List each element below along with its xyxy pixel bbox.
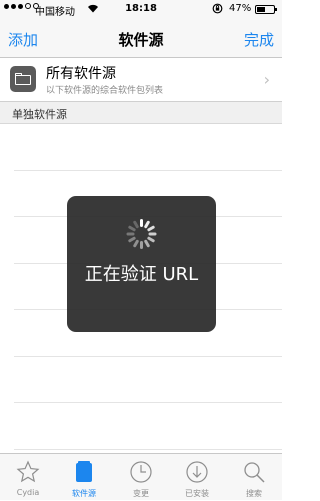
battery-icon [255,5,277,14]
section-header: 单独软件源 [0,102,282,124]
table-separator [14,170,282,171]
all-sources-row[interactable]: 所有软件源 以下软件源的综合软件包列表 › [0,58,282,102]
tab-label: 变更 [133,489,149,498]
hud-label: 正在验证 URL [84,264,199,285]
tab-label: 搜索 [246,489,262,498]
tab-label: 软件源 [72,489,96,498]
navigation-bar: 添加 软件源 完成 [0,20,282,58]
tab-sources[interactable]: 软件源 [56,454,112,501]
star-icon [16,460,40,484]
chevron-right-icon: › [263,70,270,89]
done-button[interactable]: 完成 [244,29,274,50]
tab-label: 已安装 [185,489,209,498]
status-bar: 中国移动 18:18 47% [0,0,282,20]
clock-icon [129,460,153,484]
download-icon [185,460,209,484]
folder-icon [10,66,36,92]
all-sources-subtitle: 以下软件源的综合软件包列表 [46,86,164,96]
tab-search[interactable]: 搜索 [226,454,282,501]
tab-bar: Cydia 软件源 变更 已安装 搜索 [0,453,282,500]
battery-percent: 47% [229,3,252,14]
orientation-lock-icon [212,3,223,17]
tab-cydia[interactable]: Cydia [0,454,56,501]
tab-label: Cydia [16,488,40,497]
table-separator [14,356,282,357]
spinner-icon [126,219,157,249]
tab-changes[interactable]: 变更 [113,454,169,501]
search-icon [242,460,266,484]
table-separator [14,402,282,403]
section-title: 单独软件源 [12,108,67,121]
loading-hud: 正在验证 URL [67,196,216,332]
sources-icon [72,460,96,484]
tab-installed[interactable]: 已安装 [169,454,225,501]
table-separator [14,449,282,450]
page-title: 软件源 [118,31,164,49]
all-sources-title: 所有软件源 [46,66,116,82]
